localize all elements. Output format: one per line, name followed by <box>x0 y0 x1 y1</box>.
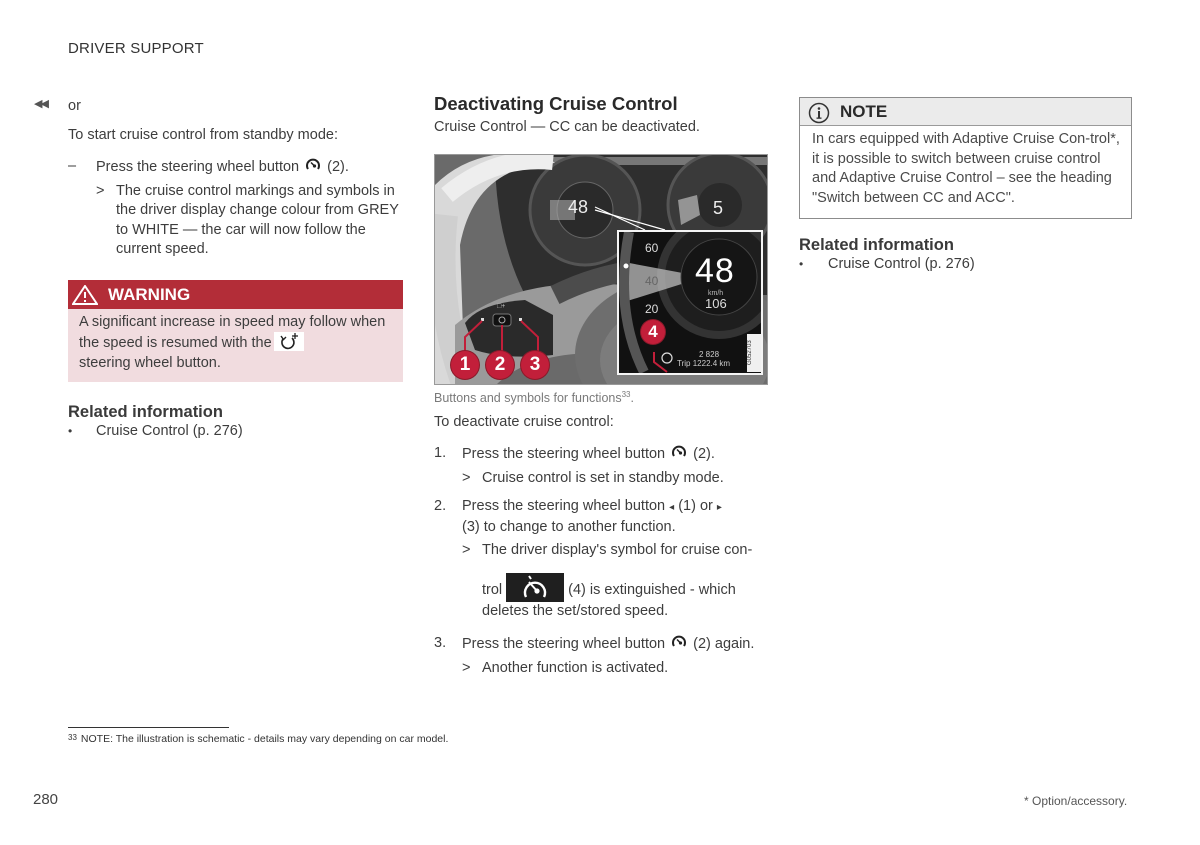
result-word: trol <box>482 581 503 598</box>
scale-20: 20 <box>645 301 659 316</box>
warning-text-end: steering wheel button. <box>79 354 221 371</box>
step-2-result: > The driver display's symbol for cruise… <box>434 541 774 621</box>
result-text: Another function is activated. <box>482 659 669 676</box>
cruise-control-display-icon <box>506 572 565 602</box>
result-marker: > <box>462 659 471 676</box>
step-ref: (2) again. <box>693 636 755 653</box>
trip-unit: km <box>719 358 731 368</box>
callout-3: 3 <box>521 350 549 379</box>
middle-column: Deactivating Cruise Control Cruise Contr… <box>434 93 774 678</box>
result-text: The driver display's symbol for cruise c… <box>482 542 753 559</box>
step-ref: (2). <box>693 446 715 463</box>
step-text: Press the steering wheel button <box>462 498 666 515</box>
left-arrow-icon: ◂ <box>669 502 675 514</box>
intro-text: To start cruise control from standby mod… <box>68 126 338 143</box>
trip-label: Trip <box>677 358 691 368</box>
resume-speed-icon <box>273 332 304 351</box>
inset-gauge <box>619 231 761 373</box>
related-link[interactable]: Cruise Control (p. 276) <box>828 256 975 272</box>
step-ref: (2). <box>327 159 349 175</box>
warning-box: WARNING A significant increase in speed … <box>68 279 403 383</box>
bullet: • <box>68 424 73 438</box>
odometer-readout: 2 828 <box>699 349 720 359</box>
trip-value: 1222.4 <box>692 358 718 368</box>
trip-readout: Trip 1222.4 km <box>677 359 730 368</box>
warning-body: A significant increase in speed may foll… <box>68 309 403 383</box>
sub-readout: 106 <box>705 295 727 311</box>
step-text: Press the steering wheel button <box>96 159 300 175</box>
footnote-divider <box>68 727 229 728</box>
callout-2: 2 <box>486 350 514 379</box>
or-text: or <box>68 98 81 114</box>
cruise-control-icon <box>671 634 687 650</box>
footnote: 33 NOTE: The illustration is schematic - … <box>68 733 448 745</box>
warning-header: WARNING <box>68 279 403 309</box>
result-text: The cruise control markings and symbols … <box>116 182 399 258</box>
related-info-heading: Related information <box>68 403 223 421</box>
section-subtitle: Cruise Control — CC can be deactivated. <box>434 119 700 135</box>
info-icon <box>808 102 830 124</box>
related-link-item[interactable]: • Cruise Control (p. 276) <box>799 255 1132 275</box>
note-text: In cars equipped with Adaptive Cruise Co… <box>812 131 1120 206</box>
step-text-c: (3) to change to another function. <box>462 518 676 535</box>
result-marker: > <box>462 469 471 486</box>
scale-40: 40 <box>645 273 659 288</box>
warning-text: A significant increase in speed may foll… <box>79 313 386 352</box>
caption-text: Buttons and symbols for functions <box>434 390 622 405</box>
right-arrow-icon: ▸ <box>716 502 722 514</box>
step-marker: – <box>68 158 77 174</box>
right-column: NOTE In cars equipped with Adaptive Crui… <box>799 97 1132 275</box>
footnote-text: NOTE: The illustration is schematic - de… <box>80 733 449 745</box>
step-text: Press the steering wheel button <box>462 446 666 463</box>
section-header: DRIVER SUPPORT <box>68 40 204 57</box>
result-marker: > <box>96 182 105 199</box>
deactivate-intro: To deactivate cruise control: <box>434 413 614 430</box>
bullet: • <box>799 257 804 271</box>
related-link-item[interactable]: • Cruise Control (p. 276) <box>68 422 403 442</box>
step-item: – Press the steering wheel button (2). <box>68 157 403 178</box>
step-result: > The cruise control markings and symbol… <box>68 182 403 260</box>
step-number: 2. <box>434 498 447 515</box>
svg-text:□+: □+ <box>497 303 505 310</box>
result-marker: > <box>462 542 471 559</box>
caption-footnote-ref[interactable]: 33 <box>622 390 631 399</box>
cruise-control-icon <box>305 157 321 173</box>
step-1-result: > Cruise control is set in standby mode. <box>434 469 774 489</box>
warning-triangle-icon <box>72 284 98 305</box>
step-text: Press the steering wheel button <box>462 636 666 653</box>
left-column: or To start cruise control from standby … <box>68 97 403 442</box>
scale-60: 60 <box>645 240 659 255</box>
note-header: NOTE <box>800 98 1131 126</box>
warning-title: WARNING <box>108 284 191 304</box>
main-speed-readout: 48 <box>568 196 589 217</box>
callout-1: 1 <box>451 350 479 379</box>
step-3: 3. Press the steering wheel button (2) ag… <box>434 634 774 655</box>
note-title: NOTE <box>840 102 888 121</box>
inset-speed-readout: 48 <box>695 251 735 290</box>
gear-readout: 5 <box>713 197 724 218</box>
step-number: 3. <box>434 635 447 652</box>
dashboard-illustration: □+ 48 5 60 40 20 48 km/h 106 2 828 Trip … <box>434 153 768 385</box>
cruise-control-icon <box>671 444 687 460</box>
option-note: * Option/accessory. <box>1024 794 1128 808</box>
result-text: Cruise control is set in standby mode. <box>482 469 724 486</box>
footnote-number: 33 <box>68 733 77 742</box>
step-text-b: (1) or <box>678 498 713 515</box>
step-2: 2. Press the steering wheel button ◂ (1)… <box>434 497 774 537</box>
step-number: 1. <box>434 445 447 462</box>
note-box: NOTE In cars equipped with Adaptive Crui… <box>799 97 1132 219</box>
double-left-arrow-icon: ◀◀ <box>34 98 49 110</box>
step-1: 1. Press the steering wheel button (2). <box>434 444 774 465</box>
caption-end: . <box>630 390 634 405</box>
image-code: G052703 <box>747 333 761 372</box>
figure-caption: Buttons and symbols for functions33. <box>434 390 774 405</box>
related-info-heading: Related information <box>799 236 954 254</box>
step-3-result: > Another function is activated. <box>434 659 774 679</box>
related-link[interactable]: Cruise Control (p. 276) <box>96 423 243 439</box>
section-title: Deactivating Cruise Control <box>434 93 678 114</box>
page-number: 280 <box>33 791 59 808</box>
display-inset: 60 40 20 48 km/h 106 2 828 Trip 1222.4 k… <box>617 229 763 375</box>
callout-4: 4 <box>641 319 665 344</box>
